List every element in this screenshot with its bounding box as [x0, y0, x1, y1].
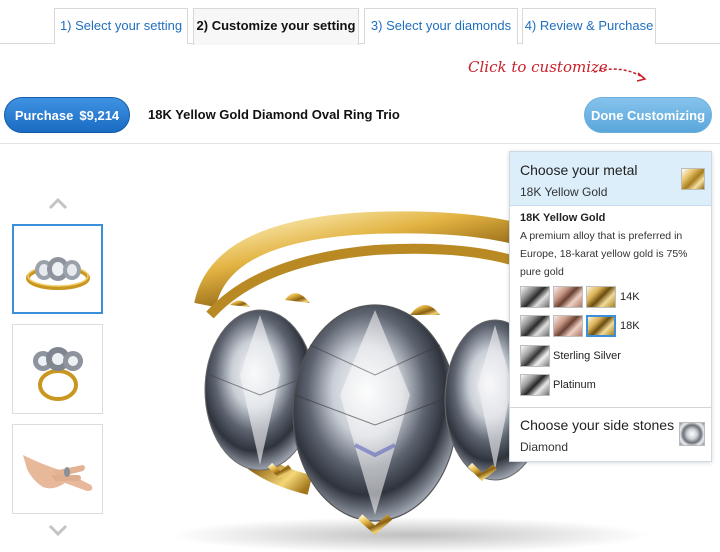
swatch-14k-white-gold[interactable] — [520, 286, 550, 308]
metal-description: 18K Yellow Gold A premium alloy that is … — [510, 206, 711, 281]
purchase-label: Purchase — [14, 108, 74, 123]
product-title: 18K Yellow Gold Diamond Oval Ring Trio — [148, 107, 400, 122]
tab-customize-setting[interactable]: 2) Customize your setting — [193, 8, 359, 45]
metal-row-label: 18K — [620, 320, 640, 332]
thumbnail-ring-front[interactable] — [12, 324, 103, 414]
customizer-panel: Choose your metal 18K Yellow Gold 18K Ye… — [509, 151, 712, 462]
chevron-down-icon[interactable] — [48, 524, 68, 536]
swatch-18k-rose-gold[interactable] — [553, 315, 583, 337]
customize-hint: Click to customize — [468, 58, 608, 76]
swatch-18k-white-gold[interactable] — [520, 315, 550, 337]
tab-review-purchase[interactable]: 4) Review & Purchase — [522, 8, 656, 44]
side-stone-swatch — [679, 422, 705, 446]
tab-select-setting[interactable]: 1) Select your setting — [54, 8, 188, 44]
arrow-icon — [593, 68, 647, 82]
divider — [0, 143, 720, 144]
tab-select-diamonds[interactable]: 3) Select your diamonds — [364, 8, 518, 44]
thumbnail-ring-on-hand[interactable] — [12, 424, 103, 514]
metal-description-text: A premium alloy that is preferred in Eur… — [520, 230, 688, 278]
thumbnail-ring-angle[interactable] — [12, 224, 103, 314]
choose-metal-header[interactable]: Choose your metal 18K Yellow Gold — [510, 152, 711, 206]
purchase-button[interactable]: Purchase $9,214 — [4, 97, 130, 133]
swatch-18k-yellow-gold[interactable] — [586, 315, 616, 337]
selected-metal-swatch — [681, 168, 705, 190]
done-customizing-button[interactable]: Done Customizing — [584, 97, 712, 133]
purchase-price: $9,214 — [79, 108, 120, 123]
metal-row-label: Sterling Silver — [553, 350, 621, 362]
choose-side-stones-header[interactable]: Choose your side stones Diamond — [510, 407, 711, 461]
step-tabs: 1) Select your setting 2) Customize your… — [0, 0, 720, 45]
swatch-14k-rose-gold[interactable] — [553, 286, 583, 308]
swatch-sterling-silver[interactable] — [520, 345, 550, 367]
swatch-14k-yellow-gold[interactable] — [586, 286, 616, 308]
metal-description-title: 18K Yellow Gold — [520, 212, 606, 224]
metal-row-label: Platinum — [553, 379, 596, 391]
metal-row-label: 14K — [620, 291, 640, 303]
chevron-up-icon[interactable] — [48, 198, 68, 210]
swatch-platinum[interactable] — [520, 374, 550, 396]
